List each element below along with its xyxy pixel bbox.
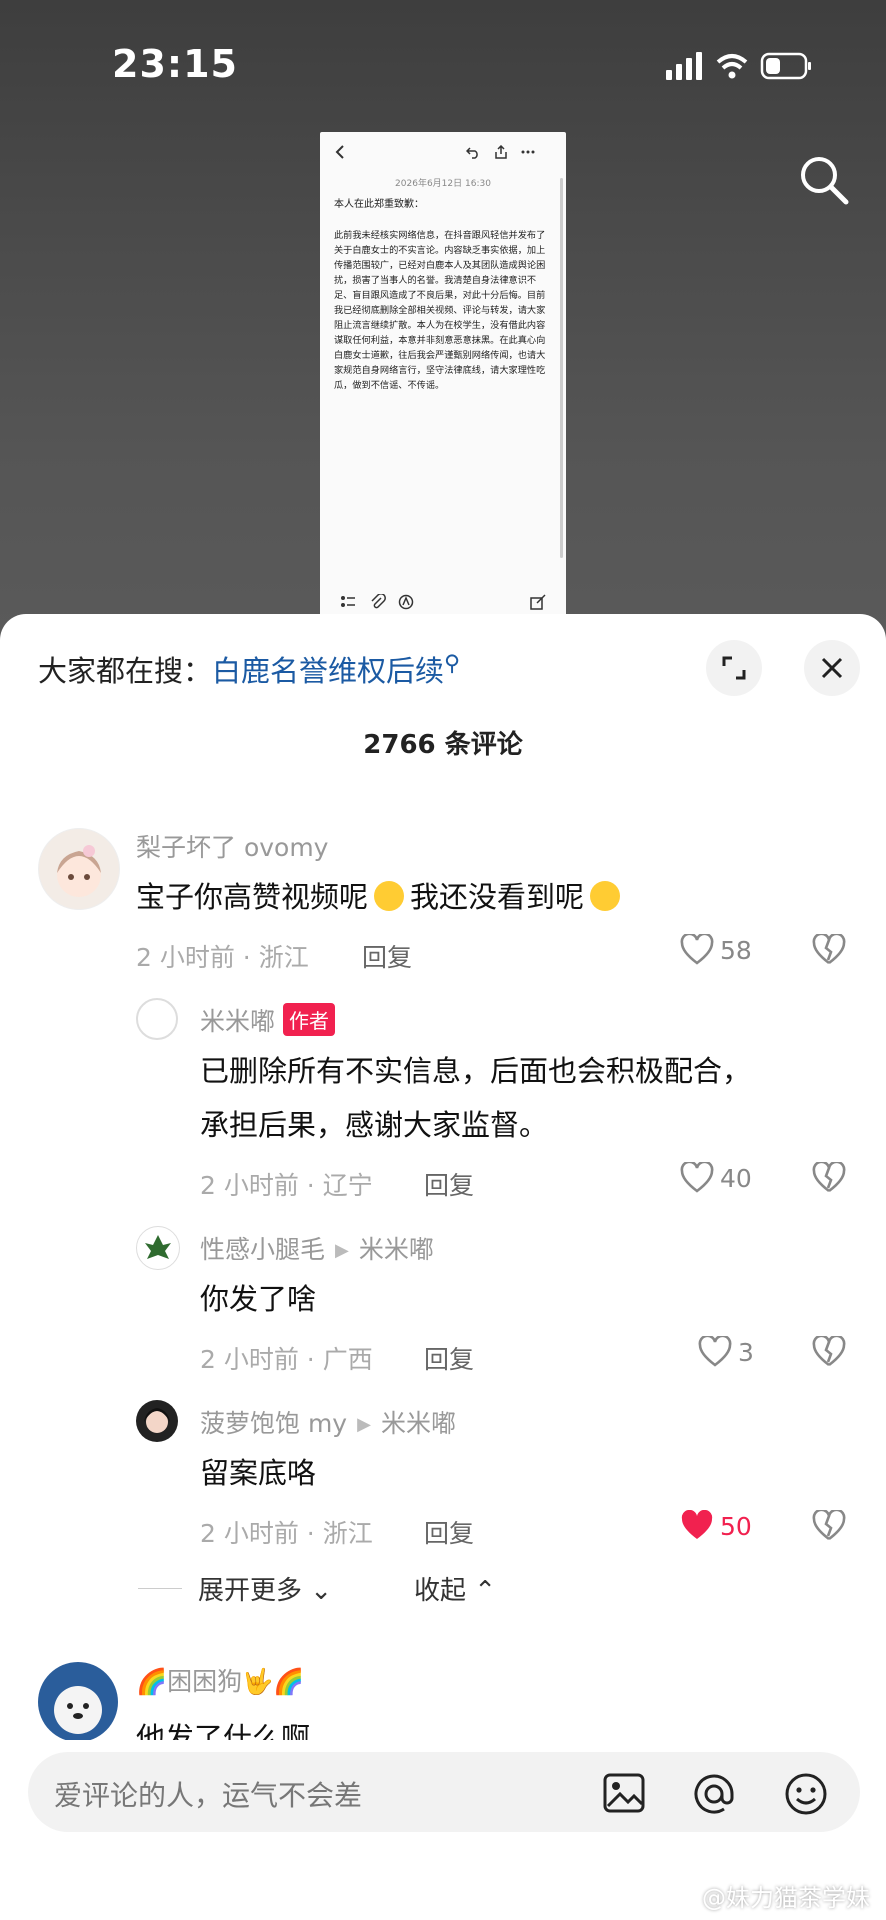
expand-icon: [722, 656, 746, 680]
reply-username[interactable]: 性感小腿毛 ▶ 米米嘟: [200, 1230, 434, 1266]
dislike-button[interactable]: [812, 1508, 846, 1546]
like-count: 50: [720, 1511, 752, 1541]
reply-button[interactable]: 回复: [424, 1166, 474, 1202]
close-icon: [821, 657, 843, 679]
rainbow-emoji-icon: 🌈: [136, 1667, 168, 1696]
dislike-button[interactable]: [812, 1334, 846, 1372]
watermark: @妹力猫茶学妹: [702, 1884, 870, 1912]
reply-button[interactable]: 回复: [362, 938, 412, 974]
avatar[interactable]: [136, 998, 178, 1040]
chevron-down-icon: ⌄: [310, 1576, 333, 1606]
comment-sheet: 大家都在搜：白鹿名誉维权后续⚲ 2766 条评论 梨子坏了 ovomy 宝子你高…: [0, 614, 886, 1920]
expand-more-button[interactable]: 展开更多 ⌄: [198, 1570, 332, 1607]
search-hint-term[interactable]: 白鹿名誉维权后续: [212, 654, 444, 688]
avatar[interactable]: [38, 1662, 118, 1742]
avatar[interactable]: [38, 828, 120, 910]
reply-meta: 2 小时前 · 辽宁: [200, 1171, 373, 1200]
like-button[interactable]: 3: [698, 1334, 754, 1370]
reply-text: 留案底咯: [200, 1456, 317, 1490]
at-mention-icon[interactable]: [692, 1772, 736, 1820]
author-badge: 作者: [283, 1003, 336, 1036]
comment-text: 他发了什么啊: [136, 1721, 311, 1740]
divider-line: [138, 1588, 182, 1589]
like-count: 40: [720, 1163, 752, 1193]
comment-input-placeholder: 爱评论的人，运气不会差: [54, 1779, 363, 1812]
comment-text: 宝子你高赞视频呢 我还没看到呢: [136, 870, 621, 924]
laugh-cry-emoji-icon: [374, 881, 405, 911]
broken-heart-icon: [812, 932, 846, 965]
reply-text-line1: 已删除所有不实信息，后面也会积极配合，: [200, 1054, 752, 1088]
emoji-icon[interactable]: [784, 1772, 828, 1820]
heart-icon: [680, 1160, 714, 1193]
reply-arrow-icon: ▶: [335, 1240, 349, 1261]
more-icon: [521, 150, 535, 154]
reply-username[interactable]: 菠萝饱饱 my ▶ 米米嘟: [200, 1404, 456, 1440]
collapse-button[interactable]: 收起 ⌃: [414, 1570, 496, 1607]
reply-text-line2: 承担后果，感谢大家监督。: [200, 1108, 549, 1142]
pen-icon: [398, 594, 414, 610]
status-time: 23:15: [112, 42, 238, 86]
heart-icon: [680, 932, 714, 965]
note-scrollbar: [560, 178, 563, 558]
dislike-button[interactable]: [812, 932, 846, 970]
note-greeting: 本人在此郑重致歉：: [334, 199, 424, 210]
reply-meta: 2 小时前 · 浙江: [200, 1519, 373, 1548]
avatar[interactable]: [136, 1400, 178, 1442]
status-icons: [666, 48, 816, 88]
laugh-cry-emoji-icon: [590, 881, 621, 911]
search-suggestion[interactable]: 大家都在搜：白鹿名誉维权后续⚲: [38, 648, 460, 690]
comment-username[interactable]: 梨子坏了 ovomy: [136, 828, 328, 864]
search-small-icon: ⚲: [444, 651, 461, 677]
like-count: 3: [738, 1337, 754, 1367]
reply-username[interactable]: 米米嘟 作者: [200, 1002, 336, 1038]
avatar[interactable]: [136, 1226, 180, 1270]
search-hint-label: 大家都在搜：: [38, 654, 213, 688]
image-icon[interactable]: [602, 1772, 646, 1818]
rainbow-emoji-icon: 🌈: [273, 1667, 305, 1696]
broken-heart-icon: [812, 1334, 846, 1367]
reply-button[interactable]: 回复: [424, 1514, 474, 1550]
reply-meta: 2 小时前 · 广西: [200, 1345, 373, 1374]
like-button[interactable]: 58: [680, 932, 752, 968]
heart-icon: [698, 1334, 732, 1367]
broken-heart-icon: [812, 1508, 846, 1541]
note-date: 2026年6月12日 16:30: [395, 179, 491, 189]
video-area[interactable]: 23:15 2026年6月12日 16:30 本人在此郑重致歉： 此前我未经核实…: [0, 0, 886, 640]
note-body: 此前我未经核实网络信息，在抖音跟风轻信并发布了关于白鹿女士的不实言论。内容缺乏事…: [334, 230, 546, 391]
comment-input-bar: 爱评论的人，运气不会差 @妹力猫茶学妹: [0, 1740, 886, 1920]
dislike-button[interactable]: [812, 1160, 846, 1198]
reply-text: 你发了啥: [200, 1282, 317, 1316]
hand-emoji-icon: 🤟: [242, 1667, 274, 1696]
like-count: 58: [720, 935, 752, 965]
chevron-up-icon: ⌃: [474, 1576, 497, 1606]
reply-button[interactable]: 回复: [424, 1340, 474, 1376]
back-icon: [335, 145, 344, 159]
compose-icon: [530, 594, 546, 610]
note-screenshot: 2026年6月12日 16:30 本人在此郑重致歉： 此前我未经核实网络信息，在…: [320, 132, 566, 620]
close-button[interactable]: [804, 640, 860, 696]
undo-icon: [466, 147, 478, 159]
reply-arrow-icon: ▶: [357, 1414, 371, 1435]
search-icon[interactable]: [794, 150, 854, 210]
like-button[interactable]: 50: [680, 1509, 752, 1544]
comment-username[interactable]: 🌈困困狗🤟🌈: [136, 1662, 304, 1698]
share-icon: [495, 145, 507, 159]
fullscreen-button[interactable]: [706, 640, 762, 696]
like-button[interactable]: 40: [680, 1160, 752, 1196]
comment-meta: 2 小时前 · 浙江: [136, 943, 309, 972]
note-toolbar: [320, 132, 566, 172]
checklist-icon: [341, 596, 355, 607]
comment-count: 2766 条评论: [363, 730, 523, 760]
attach-icon: [371, 594, 386, 609]
comment-input[interactable]: 爱评论的人，运气不会差: [28, 1752, 860, 1832]
heart-filled-icon: [681, 1509, 713, 1539]
signal-wifi-battery-icon: [666, 52, 811, 80]
broken-heart-icon: [812, 1160, 846, 1193]
